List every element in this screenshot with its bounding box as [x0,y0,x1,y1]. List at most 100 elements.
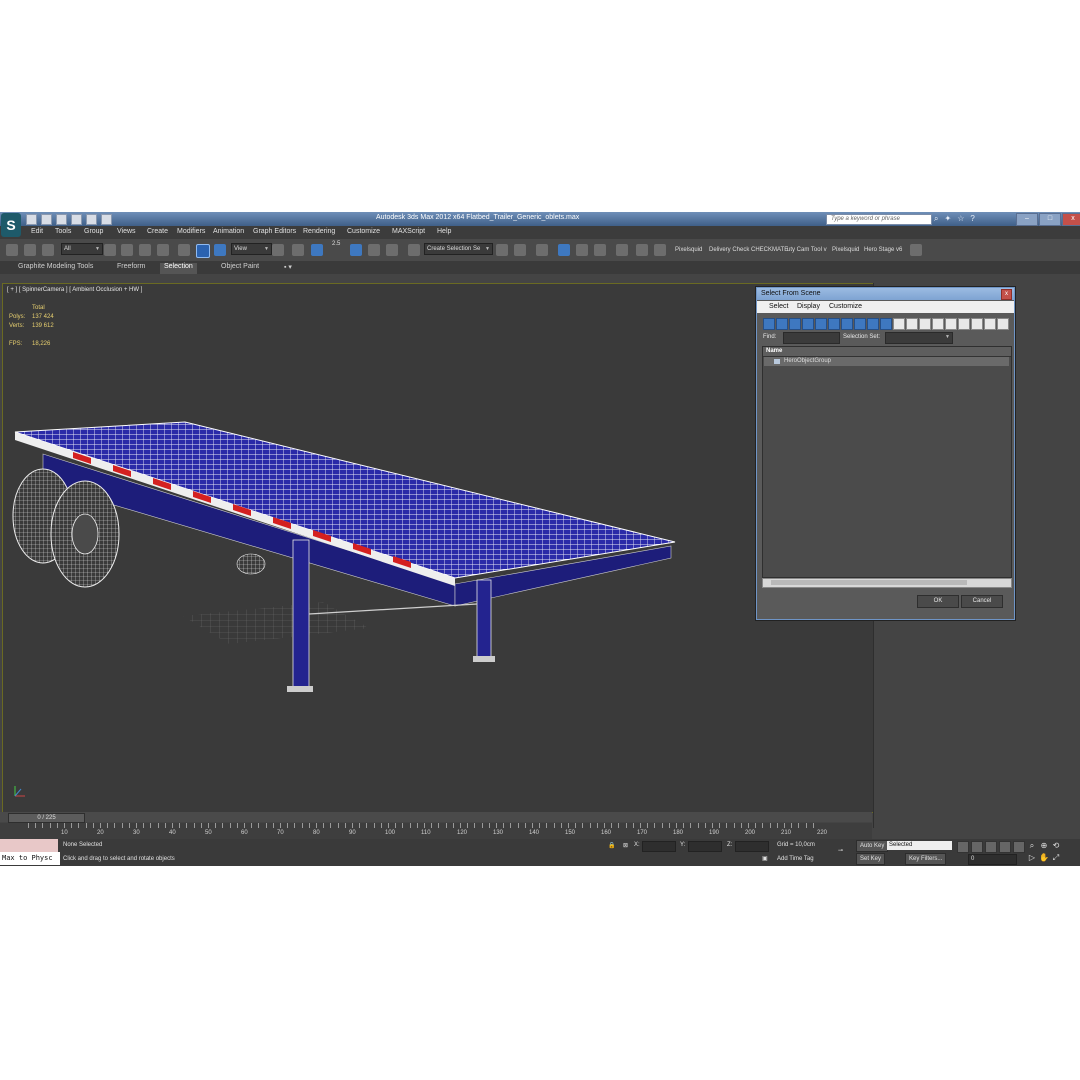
display-bones-icon[interactable] [867,318,879,330]
menu-edit[interactable]: Edit [31,228,43,235]
previous-frame-icon[interactable] [971,841,983,853]
keyboard-shortcut-override-icon[interactable] [311,244,323,256]
display-xrefs-icon[interactable] [854,318,866,330]
snap-toggle-label[interactable]: 2.5 [332,241,340,247]
name-column-header[interactable]: Name [763,347,1011,357]
render-setup-icon[interactable] [636,244,648,256]
help-icon[interactable]: ? [970,214,974,224]
play-icon[interactable] [985,841,997,853]
maxscript-mini-listener[interactable]: Max to Physc [0,852,60,865]
display-geometry-icon[interactable] [763,318,775,330]
minimize-button[interactable]: – [1016,213,1038,226]
sync-selection-icon[interactable] [958,318,970,330]
add-time-tag[interactable]: Add Time Tag [777,856,814,862]
graphite-toggle-icon[interactable] [558,244,570,256]
menu-create[interactable]: Create [147,228,168,235]
current-frame-field[interactable]: 0 [968,854,1017,865]
time-slider-thumb[interactable]: 0 / 225 [8,813,85,823]
cancel-button[interactable]: Cancel [961,595,1003,608]
set-key-button[interactable]: Set Key [856,853,886,865]
ribbon-options-icon[interactable]: ▪ ▾ [280,263,296,271]
menu-views[interactable]: Views [117,228,136,235]
track-bar[interactable]: 10 20 30 40 50 60 70 80 90 100 110 120 130 140 150 160 1… [0,823,872,839]
project-folder-icon[interactable] [101,214,112,225]
select-by-name-icon[interactable] [121,244,133,256]
display-lights-icon[interactable] [789,318,801,330]
find-options-icon[interactable] [997,318,1009,330]
find-input[interactable] [783,332,840,344]
maximize-button[interactable]: □ [1039,213,1061,226]
rotate-icon[interactable] [196,244,210,258]
search-icon[interactable]: ⌕ [934,214,938,224]
scrollbar-thumb[interactable] [771,580,967,585]
rectangular-selection-icon[interactable] [139,244,151,256]
menu-rendering[interactable]: Rendering [303,228,335,235]
new-file-icon[interactable] [26,214,37,225]
select-manipulate-icon[interactable] [292,244,304,256]
tab-freeform[interactable]: Freeform [113,263,149,270]
select-object-icon[interactable] [104,244,116,256]
display-containers-icon[interactable] [880,318,892,330]
absolute-mode-icon[interactable]: ⊠ [623,842,628,849]
communication-icon[interactable]: ☆ [957,214,964,224]
teapot-icon[interactable] [910,244,922,256]
next-frame-icon[interactable] [999,841,1011,853]
align-icon[interactable] [514,244,526,256]
go-to-end-icon[interactable] [1013,841,1025,853]
display-shapes-icon[interactable] [776,318,788,330]
layer-manager-icon[interactable] [536,244,548,256]
plugin-hero-stage[interactable]: Hero Stage v6 [864,247,902,253]
help-search-input[interactable]: Type a keyword or phrase [826,214,932,225]
dialog-close-button[interactable]: x [1001,289,1012,300]
lock-selection-icon[interactable]: 🔒 [608,842,615,849]
dialog-menu-customize[interactable]: Customize [829,303,862,310]
go-to-start-icon[interactable] [957,841,969,853]
schematic-view-icon[interactable] [594,244,606,256]
menu-tools[interactable]: Tools [55,228,71,235]
z-coordinate-field[interactable] [735,841,769,852]
maxscript-listener-output[interactable] [0,839,58,852]
select-and-link-icon[interactable] [6,244,18,256]
pivot-center-icon[interactable] [272,244,284,256]
field-of-view-icon[interactable]: ▷ [1027,853,1037,863]
mirror-icon[interactable] [496,244,508,256]
material-editor-icon[interactable] [616,244,628,256]
move-icon[interactable] [178,244,190,256]
open-file-icon[interactable] [41,214,52,225]
save-file-icon[interactable] [56,214,67,225]
dialog-menu-select[interactable]: Select [769,303,788,310]
window-crossing-icon[interactable] [157,244,169,256]
tab-object-paint[interactable]: Object Paint [217,263,263,270]
perspective-viewport[interactable]: [ + ] [ SpinnerCamera ] [ Ambient Occlus… [2,283,874,813]
menu-animation[interactable]: Animation [213,228,244,235]
selection-filter-dropdown[interactable]: All [61,243,103,255]
flatbed-trailer-wireframe[interactable] [3,284,873,812]
app-logo-button[interactable]: S [1,213,21,237]
display-all-icon[interactable] [919,318,931,330]
scale-icon[interactable] [214,244,226,256]
plugin-delivery-check[interactable]: Delivery Check [709,247,749,253]
zoom-icon[interactable]: ⌕ [1027,841,1037,851]
lock-cell-editing-icon[interactable] [971,318,983,330]
display-groups-icon[interactable] [841,318,853,330]
edit-named-selection-icon[interactable] [408,244,420,256]
menu-customize[interactable]: Customize [347,228,380,235]
angle-snap-icon[interactable] [350,244,362,256]
display-frozen-icon[interactable] [893,318,905,330]
auto-key-button[interactable]: Auto Key [856,840,889,852]
display-cameras-icon[interactable] [802,318,814,330]
scene-object-list[interactable]: Name HeroObjectGroup [762,346,1012,578]
display-none-icon[interactable] [932,318,944,330]
percent-snap-icon[interactable] [368,244,380,256]
redo-icon[interactable] [86,214,97,225]
render-frame-icon[interactable] [654,244,666,256]
key-filters-button[interactable]: Key Filters... [905,853,947,865]
key-mode-dropdown[interactable]: Selected [887,841,952,850]
selection-set-dropdown[interactable] [885,332,953,344]
dialog-menu-display[interactable]: Display [797,303,820,310]
plugin-pixelsquid-2[interactable]: Pixelsquid [832,247,859,253]
display-helpers-icon[interactable] [815,318,827,330]
time-slider[interactable]: 0 / 225 [0,812,872,823]
display-hidden-icon[interactable] [906,318,918,330]
menu-maxscript[interactable]: MAXScript [392,228,425,235]
